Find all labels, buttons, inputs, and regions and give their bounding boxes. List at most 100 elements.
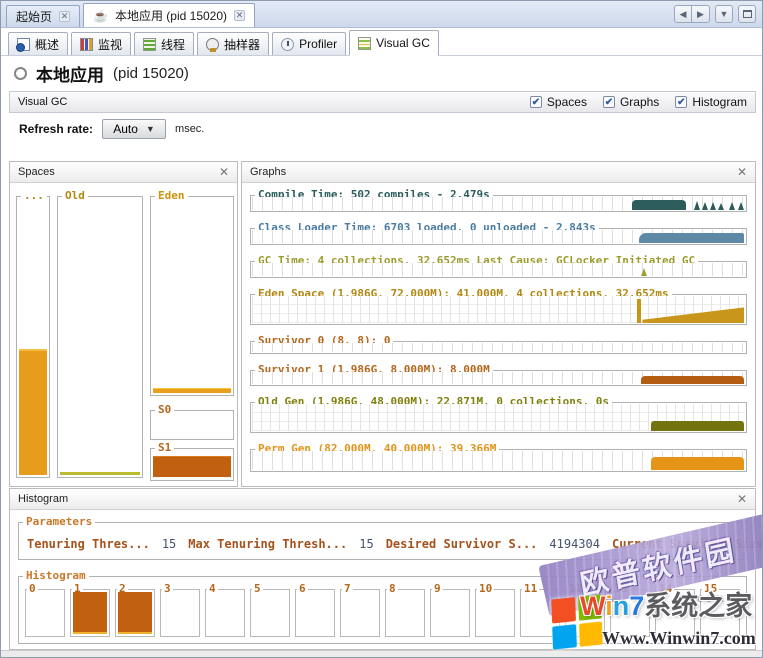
view-toggles: ✔ Spaces ✔ Graphs ✔ Histogram: [530, 95, 747, 109]
desired-survivor-size-label: Desired Survivor S...: [386, 537, 538, 551]
java-icon: ☕: [93, 10, 108, 22]
histogram-panel-body: Parameters Tenuring Thres... 15 Max Tenu…: [10, 510, 755, 649]
eden-spike: [637, 299, 641, 323]
tab-start-page[interactable]: 起始页 ✕: [6, 5, 80, 27]
tab-start-page-label: 起始页: [16, 8, 52, 25]
forward-button[interactable]: ▶: [692, 5, 710, 23]
perm-space-bar: [19, 349, 47, 475]
tab-local-application[interactable]: ☕ 本地应用 (pid 15020) ✕: [83, 3, 255, 27]
survivor1-graph: Survivor 1 (1.986G, 8.000M): 8.000M: [250, 370, 747, 386]
histogram-bin: 5: [250, 589, 290, 637]
close-icon[interactable]: ✕: [737, 166, 747, 178]
page-title-pid: (pid 15020): [113, 65, 189, 82]
visualvm-window: 起始页 ✕ ☕ 本地应用 (pid 15020) ✕ ◀ ▶ ▼ 概述 监视: [0, 0, 763, 658]
section-title: Visual GC: [18, 96, 67, 108]
chevron-down-icon: ▼: [720, 9, 729, 19]
histogram-bin-label: 15: [702, 582, 719, 595]
eden-space-chart: [252, 296, 745, 323]
tab-profiler[interactable]: Profiler: [272, 32, 346, 55]
survivor1-chart: [252, 372, 745, 384]
histogram-bin: 14: [655, 589, 695, 637]
tab-overview[interactable]: 概述: [8, 32, 68, 55]
back-button[interactable]: ◀: [674, 5, 692, 23]
histogram-bin: 9: [430, 589, 470, 637]
histogram-bin-label: 11: [522, 582, 539, 595]
histogram-bin-label: 6: [297, 582, 308, 595]
close-icon[interactable]: ✕: [59, 11, 70, 22]
window-nav-buttons: ◀ ▶ ▼: [674, 5, 756, 23]
histogram-bin: 6: [295, 589, 335, 637]
eden-ramp: [642, 296, 744, 323]
compile-time-fill: [632, 200, 686, 210]
histogram-group: Histogram 0123456789101112131415: [18, 576, 747, 644]
maximize-icon: [743, 10, 752, 18]
tab-sampler-label: 抽样器: [224, 36, 260, 53]
graphs-checkbox[interactable]: ✔ Graphs: [603, 95, 659, 109]
sampler-gauge-icon: [206, 38, 219, 51]
compile-spike: [729, 202, 735, 210]
class-loader-fill: [639, 233, 744, 243]
profiler-clock-icon: [281, 38, 294, 51]
compile-spike: [702, 202, 708, 210]
graphs-checkbox-label: Graphs: [620, 95, 659, 109]
parameters-row: Tenuring Thres... 15 Max Tenuring Thresh…: [27, 533, 738, 555]
checkbox-checked-icon[interactable]: ✔: [530, 96, 542, 108]
current-survivor-size-label: Current Survivor Size:: [612, 537, 763, 551]
parameters-group: Parameters Tenuring Thres... 15 Max Tenu…: [18, 522, 747, 560]
perm-gen-chart: [252, 451, 745, 470]
histogram-bin: 0: [25, 589, 65, 637]
spaces-panel-body: ... Old Eden S0 S1: [10, 183, 237, 486]
tab-visual-gc[interactable]: Visual GC: [349, 30, 439, 56]
histogram-bin: 8: [385, 589, 425, 637]
application-icon: [14, 67, 27, 80]
histogram-bin: 13: [610, 589, 650, 637]
refresh-rate-row: Refresh rate: Auto ▼ msec.: [1, 119, 204, 139]
histogram-bin: 3: [160, 589, 200, 637]
close-icon[interactable]: ✕: [737, 493, 747, 505]
histogram-bin: 4: [205, 589, 245, 637]
histogram-checkbox[interactable]: ✔ Histogram: [675, 95, 747, 109]
compile-spike: [718, 203, 724, 210]
tenuring-threshold-value: 15: [162, 537, 176, 551]
gc-time-chart: [252, 263, 745, 276]
checkbox-checked-icon[interactable]: ✔: [603, 96, 615, 108]
histogram-bin: 11: [520, 589, 560, 637]
monitor-chart-icon: [80, 38, 93, 51]
back-icon: ◀: [680, 9, 687, 20]
close-icon[interactable]: ✕: [234, 10, 245, 21]
tenuring-threshold-label: Tenuring Thres...: [27, 537, 150, 551]
graphs-panel-header: Graphs ✕: [242, 162, 755, 183]
eden-space-column: Eden: [150, 196, 234, 396]
histogram-group-label: Histogram: [23, 569, 89, 582]
graphs-panel-title: Graphs: [250, 166, 286, 178]
tab-monitor[interactable]: 监视: [71, 32, 131, 55]
page-title: 本地应用: [36, 61, 104, 86]
tab-overview-label: 概述: [35, 36, 59, 53]
survivor0-chart: [252, 343, 745, 352]
maximize-button[interactable]: [738, 5, 756, 23]
perm-gen-graph: Perm Gen (82.000M, 40.000M): 39.366M: [250, 449, 747, 472]
compile-spike: [710, 202, 716, 210]
close-icon[interactable]: ✕: [219, 166, 229, 178]
tab-list-dropdown-button[interactable]: ▼: [715, 5, 733, 23]
spaces-checkbox-label: Spaces: [547, 95, 587, 109]
histogram-bin-label: 4: [207, 582, 218, 595]
old-gen-graph: Old Gen (1.986G, 48.000M): 22.871M, 0 co…: [250, 402, 747, 433]
max-tenuring-threshold-value: 15: [359, 537, 373, 551]
tab-threads[interactable]: 线程: [134, 32, 194, 55]
tab-profiler-label: Profiler: [299, 37, 337, 51]
tab-sampler[interactable]: 抽样器: [197, 32, 269, 55]
max-tenuring-threshold-label: Max Tenuring Thresh...: [188, 537, 347, 551]
histogram-bin: 10: [475, 589, 515, 637]
compile-time-chart: [252, 197, 745, 210]
histogram-bin-label: 9: [432, 582, 443, 595]
histogram-bin-label: 13: [612, 582, 629, 595]
spaces-checkbox[interactable]: ✔ Spaces: [530, 95, 587, 109]
perm-gen-fill: [651, 457, 744, 470]
survivor1-bar: [153, 456, 231, 477]
forward-icon: ▶: [697, 9, 704, 20]
refresh-rate-select[interactable]: Auto ▼: [102, 119, 166, 139]
bottom-strip: [1, 650, 762, 657]
checkbox-checked-icon[interactable]: ✔: [675, 96, 687, 108]
threads-icon: [143, 38, 156, 51]
